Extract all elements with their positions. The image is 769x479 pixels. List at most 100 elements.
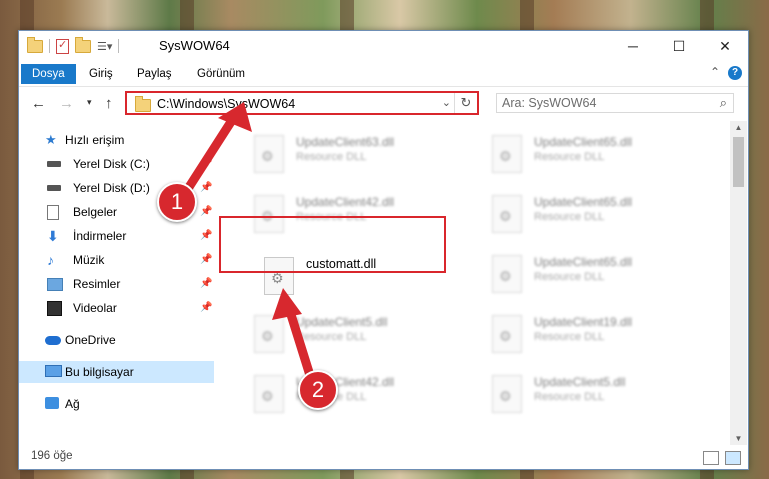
file-name: UpdateClient65.dll xyxy=(534,255,633,269)
recent-locations-chevron-icon[interactable]: ▾ xyxy=(87,97,92,108)
computer-icon xyxy=(45,365,62,377)
pin-icon[interactable]: 📌 xyxy=(200,225,212,247)
file-type: Resource DLL xyxy=(296,331,367,343)
dll-file-icon xyxy=(492,135,522,173)
quick-access-toolbar: ☰▾ xyxy=(27,36,120,54)
scrollbar-thumb[interactable] xyxy=(733,137,744,187)
step-1-badge: 1 xyxy=(157,182,197,222)
file-list: UpdateClient63.dll Resource DLL UpdateCl… xyxy=(216,121,730,439)
folder-icon xyxy=(135,96,151,112)
star-icon: ★ xyxy=(45,132,57,147)
dll-file-icon xyxy=(492,195,522,233)
sidebar-item-label: Yerel Disk (D:) xyxy=(73,181,150,195)
dll-file-icon xyxy=(254,135,284,173)
tab-view[interactable]: Görünüm xyxy=(189,64,253,84)
forward-arrow-icon[interactable]: → xyxy=(59,95,74,112)
navigation-bar: ← → ▾ ↑ C:\Windows\SysWOW64 ⌄ ↻ Ara: Sys… xyxy=(19,86,748,121)
list-item[interactable]: UpdateClient5.dll Resource DLL xyxy=(484,369,684,419)
sidebar-item-label: Ağ xyxy=(65,397,80,411)
maximize-button[interactable]: ☐ xyxy=(656,31,702,61)
drive-icon xyxy=(47,161,61,167)
highlight-box xyxy=(219,216,446,273)
pin-icon[interactable]: 📌 xyxy=(200,177,212,199)
sidebar-item-music[interactable]: ♪ Müzik 📌 xyxy=(19,249,214,271)
dll-file-icon xyxy=(492,375,522,413)
help-icon[interactable]: ? xyxy=(728,66,742,80)
up-arrow-icon[interactable]: ↑ xyxy=(105,95,113,112)
chevron-down-icon[interactable]: ⌄ xyxy=(442,96,451,109)
list-item[interactable]: UpdateClient65.dll Resource DLL xyxy=(484,129,684,179)
drive-icon xyxy=(47,185,61,191)
list-item[interactable]: UpdateClient63.dll Resource DLL xyxy=(246,129,446,179)
list-item[interactable]: UpdateClient65.dll Resource DLL xyxy=(484,189,684,239)
sidebar-item-label: İndirmeler xyxy=(73,229,127,243)
dll-file-icon xyxy=(492,315,522,353)
details-view-icon[interactable] xyxy=(703,451,719,465)
list-item[interactable]: UpdateClient19.dll Resource DLL xyxy=(484,309,684,359)
search-input[interactable]: Ara: SysWOW64 ⌕ xyxy=(496,93,734,113)
dll-file-icon xyxy=(254,375,284,413)
tab-home[interactable]: Giriş xyxy=(81,64,121,84)
file-name: UpdateClient42.dll xyxy=(296,195,395,209)
search-icon[interactable]: ⌕ xyxy=(720,95,727,111)
list-item[interactable]: UpdateClient42.dll Resource DLL xyxy=(246,369,446,419)
sidebar-item-label: Yerel Disk (C:) xyxy=(73,157,150,171)
music-icon: ♪ xyxy=(47,252,54,268)
sidebar-item-quick-access[interactable]: ★ Hızlı erişim xyxy=(19,129,214,151)
file-name: UpdateClient65.dll xyxy=(534,195,633,209)
address-path[interactable]: C:\Windows\SysWOW64 xyxy=(157,97,295,111)
file-name: UpdateClient5.dll xyxy=(296,315,388,329)
scroll-up-arrow-icon[interactable]: ▲ xyxy=(730,123,747,132)
folder-icon[interactable] xyxy=(27,36,43,53)
sidebar-item-label: OneDrive xyxy=(65,333,116,347)
window-title: SysWOW64 xyxy=(159,38,230,53)
item-count: 196 öğe xyxy=(31,450,73,462)
dll-file-icon xyxy=(492,255,522,293)
sidebar-item-onedrive[interactable]: OneDrive xyxy=(19,329,214,351)
tab-share[interactable]: Paylaş xyxy=(129,64,180,84)
sidebar-item-downloads[interactable]: ⬇ İndirmeler 📌 xyxy=(19,225,214,247)
list-item[interactable]: UpdateClient5.dll Resource DLL xyxy=(246,309,446,359)
file-type: Resource DLL xyxy=(296,151,367,163)
address-bar[interactable]: C:\Windows\SysWOW64 ⌄ ↻ xyxy=(125,91,479,115)
tab-file[interactable]: Dosya xyxy=(21,64,76,84)
file-name: UpdateClient65.dll xyxy=(534,135,633,149)
minimize-button[interactable]: ─ xyxy=(610,31,656,61)
pin-icon[interactable]: 📌 xyxy=(200,249,212,271)
sidebar-item-this-pc[interactable]: Bu bilgisayar xyxy=(19,361,214,383)
scroll-down-arrow-icon[interactable]: ▼ xyxy=(730,434,747,443)
pin-icon[interactable]: 📌 xyxy=(200,201,212,223)
step-2-badge: 2 xyxy=(298,370,338,410)
ribbon-tabs: Dosya Giriş Paylaş Görünüm ⌃ ? xyxy=(19,61,748,85)
sidebar-item-drive-c[interactable]: Yerel Disk (C:) 📌 xyxy=(19,153,214,175)
search-placeholder: Ara: SysWOW64 xyxy=(502,96,597,110)
videos-icon xyxy=(47,301,62,316)
network-icon xyxy=(45,397,59,409)
pictures-icon xyxy=(47,278,63,291)
sidebar-item-pictures[interactable]: Resimler 📌 xyxy=(19,273,214,295)
list-item[interactable]: UpdateClient65.dll Resource DLL xyxy=(484,249,684,299)
file-type: Resource DLL xyxy=(534,151,605,163)
back-arrow-icon[interactable]: ← xyxy=(31,95,46,112)
customize-toolbar-icon[interactable]: ☰▾ xyxy=(97,40,112,53)
onedrive-icon xyxy=(45,336,61,345)
divider xyxy=(118,39,120,53)
properties-icon[interactable] xyxy=(56,38,69,54)
sidebar-item-label: Hızlı erişim xyxy=(65,133,125,147)
file-type: Resource DLL xyxy=(534,271,605,283)
vertical-scrollbar[interactable]: ▲ ▼ xyxy=(730,121,747,445)
pin-icon[interactable]: 📌 xyxy=(200,273,212,295)
pin-icon[interactable]: 📌 xyxy=(200,153,212,175)
file-type: Resource DLL xyxy=(534,331,605,343)
sidebar-item-label: Müzik xyxy=(73,253,105,267)
documents-icon xyxy=(47,205,59,220)
sidebar-item-videos[interactable]: Videolar 📌 xyxy=(19,297,214,319)
sidebar-item-network[interactable]: Ağ xyxy=(19,393,214,415)
refresh-icon[interactable]: ↻ xyxy=(454,93,477,113)
chevron-up-icon[interactable]: ⌃ xyxy=(710,65,720,79)
pin-icon[interactable]: 📌 xyxy=(200,297,212,319)
sidebar-item-label: Videolar xyxy=(73,301,117,315)
large-icons-view-icon[interactable] xyxy=(725,451,741,465)
close-button[interactable]: ✕ xyxy=(702,31,748,61)
new-folder-icon[interactable] xyxy=(75,36,91,53)
